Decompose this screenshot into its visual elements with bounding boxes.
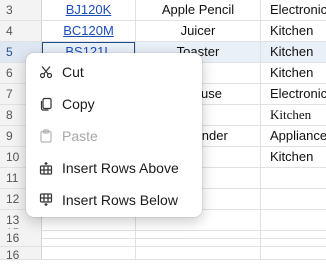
code-link[interactable]: BC120M xyxy=(63,23,114,38)
scissors-icon xyxy=(39,65,53,79)
menu-item-copy[interactable]: Copy xyxy=(26,88,202,120)
cell-code[interactable]: BC120M xyxy=(42,21,136,42)
cell-category[interactable]: Kitchen xyxy=(261,63,326,84)
menu-item-label: Insert Rows Below xyxy=(62,192,178,208)
menu-item-label: Copy xyxy=(62,96,95,112)
cell-category[interactable]: Appliance xyxy=(261,126,326,147)
row-number[interactable]: 16 xyxy=(0,247,42,260)
row-number[interactable]: 4 xyxy=(0,21,42,42)
table-row: 4 BC120M Juicer Kitchen xyxy=(0,21,326,42)
code-link[interactable]: BJ120K xyxy=(66,2,112,17)
cell-category[interactable]: Kitchen xyxy=(261,42,326,63)
copy-icon xyxy=(39,97,53,111)
row-number[interactable]: 3 xyxy=(0,0,42,21)
cell-category[interactable]: Electronic xyxy=(261,84,326,105)
cell-category[interactable] xyxy=(261,189,326,210)
cell-item[interactable] xyxy=(136,247,261,260)
cell-category[interactable] xyxy=(261,229,326,247)
cell-code[interactable] xyxy=(42,229,136,247)
insert-rows-below-icon xyxy=(39,193,53,207)
context-menu: Cut Copy Paste Insert Rows Above Insert … xyxy=(26,53,202,217)
table-row: 3 BJ120K Apple Pencil Electronic xyxy=(0,0,326,21)
menu-item-cut[interactable]: Cut xyxy=(26,56,202,88)
paste-icon xyxy=(39,129,53,143)
menu-item-label: Cut xyxy=(62,64,84,80)
menu-item-label: Paste xyxy=(62,128,98,144)
cell-code[interactable] xyxy=(42,247,136,260)
cell-category[interactable]: Electronic xyxy=(261,0,326,21)
cell-item[interactable]: Apple Pencil xyxy=(136,0,261,21)
cell-category[interactable]: Kitchen xyxy=(261,105,326,126)
menu-item-insert-rows-above[interactable]: Insert Rows Above xyxy=(26,152,202,184)
cell-category[interactable]: Kitchen xyxy=(261,147,326,168)
menu-item-label: Insert Rows Above xyxy=(62,160,179,176)
row-number[interactable]: 16 xyxy=(0,229,42,247)
cell-category[interactable] xyxy=(261,247,326,260)
table-row: 16 xyxy=(0,247,326,268)
cell-category[interactable] xyxy=(261,168,326,189)
menu-item-insert-rows-below[interactable]: Insert Rows Below xyxy=(26,184,202,216)
cell-item[interactable]: Juicer xyxy=(136,21,261,42)
cell-item[interactable] xyxy=(136,229,261,247)
cell-category[interactable]: Kitchen xyxy=(261,21,326,42)
menu-item-paste[interactable]: Paste xyxy=(26,120,202,152)
cell-code[interactable]: BJ120K xyxy=(42,0,136,21)
insert-rows-above-icon xyxy=(39,161,53,175)
